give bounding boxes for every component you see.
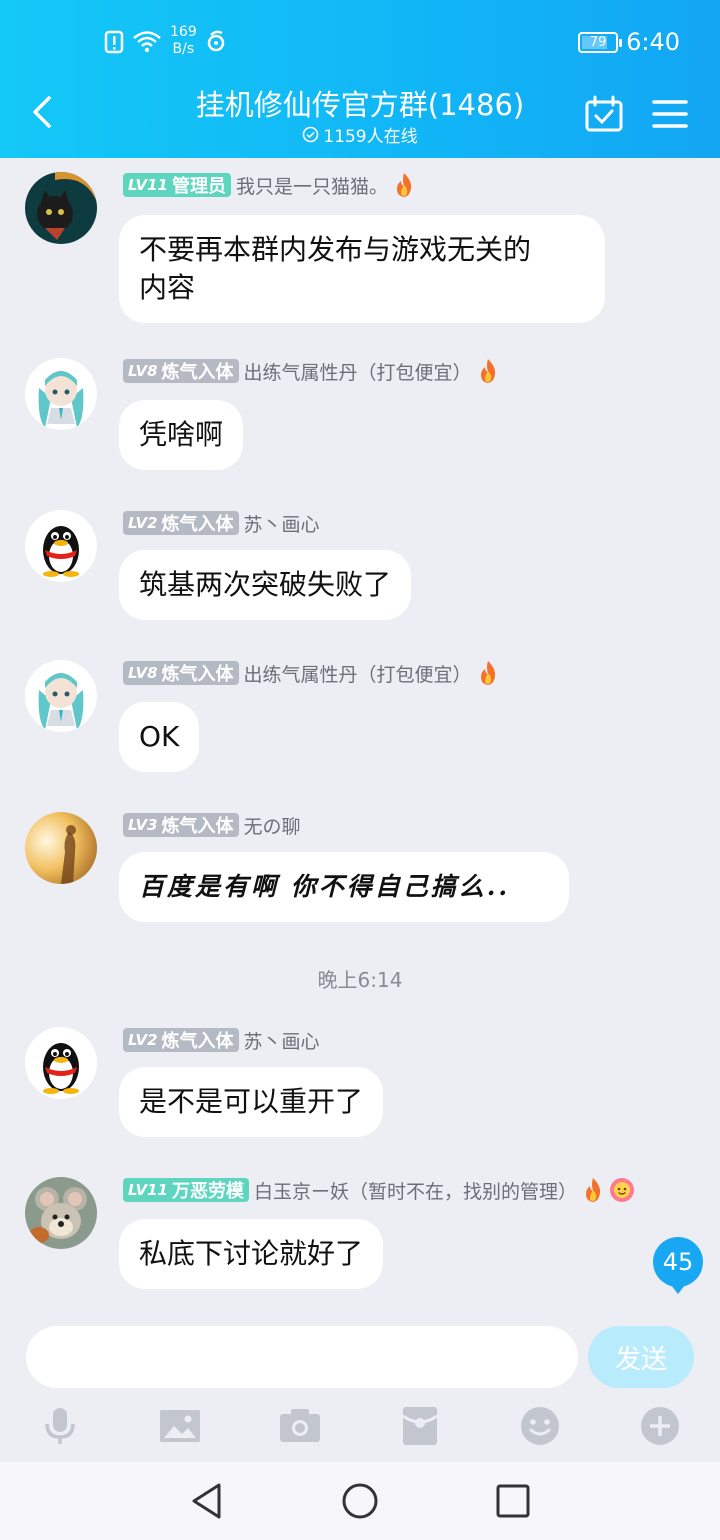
- fire-icon: [586, 1178, 601, 1202]
- calendar-icon[interactable]: [584, 94, 624, 134]
- nav-home-icon[interactable]: [339, 1480, 381, 1522]
- level-label: LV2: [128, 1031, 158, 1049]
- message-meta: LV3 炼气入体 无の聊: [123, 812, 301, 838]
- status-right: 79 6:40: [578, 28, 680, 56]
- level-label: LV3: [128, 816, 158, 834]
- plus-icon[interactable]: [638, 1404, 682, 1448]
- member-badge: LV8 炼气入体: [123, 661, 239, 685]
- title-label: 炼气入体: [161, 816, 234, 837]
- network-speed: 169 B/s: [170, 24, 197, 58]
- message-input[interactable]: [26, 1326, 578, 1388]
- system-nav-bar: [0, 1462, 720, 1540]
- message-meta: LV11 管理员 我只是一只猫猫。: [123, 172, 415, 198]
- speed-value: 169: [170, 24, 197, 40]
- sender-nickname[interactable]: 出练气属性丹（打包便宜）: [244, 358, 472, 385]
- message-text: 百度是有啊 你不得自己搞么..: [139, 872, 511, 901]
- level-label: LV8: [128, 362, 158, 380]
- camera-icon[interactable]: [278, 1404, 322, 1448]
- avatar[interactable]: [25, 812, 97, 884]
- time-divider: 晚上6:14: [317, 968, 403, 992]
- alert-icon: [104, 30, 124, 54]
- member-badge: LV2 炼气入体: [123, 511, 239, 535]
- message-bubble[interactable]: 筑基两次突破失败了: [119, 550, 412, 620]
- title-label: 炼气入体: [161, 664, 234, 685]
- message-bubble[interactable]: 不要再本群内发布与游戏无关的 内容: [119, 215, 605, 323]
- avatar[interactable]: [25, 172, 97, 244]
- sender-nickname[interactable]: 苏丶画心: [244, 1027, 320, 1054]
- message-text: OK: [139, 720, 180, 753]
- title-label: 万恶劳模: [171, 1181, 244, 1202]
- message-text: 私底下讨论就好了: [139, 1237, 364, 1270]
- sync-icon: [207, 30, 224, 52]
- red-packet-icon[interactable]: [398, 1404, 442, 1448]
- title-label: 炼气入体: [161, 514, 234, 535]
- level-label: LV11: [128, 176, 168, 194]
- sender-nickname[interactable]: 出练气属性丹（打包便宜）: [244, 660, 472, 687]
- message-meta: LV8 炼气入体 出练气属性丹（打包便宜）: [123, 660, 499, 686]
- status-bar: 169 B/s 79 6:40: [0, 0, 720, 84]
- fire-icon: [480, 661, 495, 685]
- message-text-line: 不要再本群内发布与游戏无关的: [139, 233, 532, 266]
- avatar[interactable]: [25, 660, 97, 732]
- level-label: LV11: [128, 1181, 168, 1199]
- title-label: 炼气入体: [161, 362, 234, 383]
- message-meta: LV11 万恶劳模 白玉京ー妖（暂时不在，找别的管理）: [123, 1177, 635, 1203]
- check-circle-icon: [303, 126, 319, 143]
- avatar[interactable]: [25, 1027, 97, 1099]
- message-text: 凭啥啊: [139, 418, 224, 451]
- sender-nickname[interactable]: 我只是一只猫猫。: [236, 172, 388, 199]
- message-meta: LV2 炼气入体 苏丶画心: [123, 1027, 320, 1053]
- title-label: 管理员: [171, 176, 226, 197]
- input-area: 发送: [0, 1310, 720, 1462]
- message-meta: LV2 炼气入体 苏丶画心: [123, 510, 320, 536]
- battery-icon: 79: [578, 31, 623, 53]
- battery-level: 79: [589, 34, 607, 50]
- wifi-icon: [133, 31, 161, 53]
- member-badge: LV11 万恶劳模: [123, 1178, 249, 1202]
- message-text-line: 内容: [139, 271, 196, 304]
- avatar[interactable]: [25, 510, 97, 582]
- status-left: 169 B/s: [104, 24, 227, 58]
- message-bubble[interactable]: OK: [119, 702, 200, 772]
- message-meta: LV8 炼气入体 出练气属性丹（打包便宜）: [123, 358, 499, 384]
- title-label: 炼气入体: [161, 1031, 234, 1052]
- sunflower-icon: [610, 1178, 634, 1202]
- online-count-text: 1159人在线: [323, 127, 418, 147]
- unread-count-badge[interactable]: 45: [653, 1237, 703, 1294]
- avatar[interactable]: [25, 1177, 97, 1249]
- menu-icon[interactable]: [650, 94, 690, 134]
- fire-icon: [480, 359, 495, 383]
- send-button[interactable]: 发送: [588, 1326, 694, 1388]
- sender-nickname[interactable]: 白玉京ー妖（暂时不在，找别的管理）: [254, 1177, 577, 1204]
- clock: 6:40: [626, 28, 680, 56]
- level-label: LV2: [128, 514, 158, 532]
- member-badge: LV8 炼气入体: [123, 359, 239, 383]
- member-badge: LV2 炼气入体: [123, 1028, 239, 1052]
- avatar[interactable]: [25, 358, 97, 430]
- sender-nickname[interactable]: 苏丶画心: [244, 510, 320, 537]
- message-bubble[interactable]: 凭啥啊: [119, 400, 244, 470]
- sender-nickname[interactable]: 无の聊: [244, 812, 301, 839]
- message-text: 是不是可以重开了: [139, 1085, 364, 1118]
- nav-recents-icon[interactable]: [492, 1480, 534, 1522]
- fire-icon: [397, 173, 412, 197]
- level-label: LV8: [128, 664, 158, 682]
- message-bubble[interactable]: 是不是可以重开了: [119, 1067, 384, 1137]
- message-bubble[interactable]: 私底下讨论就好了: [119, 1219, 384, 1289]
- emoji-icon[interactable]: [518, 1404, 562, 1448]
- message-text: 筑基两次突破失败了: [139, 568, 392, 601]
- microphone-icon[interactable]: [38, 1404, 82, 1448]
- speed-unit: B/s: [172, 41, 195, 57]
- app-header: 169 B/s 79 6:40 挂机修仙传官方群(1486) 1159人在线: [0, 0, 720, 158]
- nav-back-icon[interactable]: [186, 1480, 228, 1522]
- image-icon[interactable]: [158, 1404, 202, 1448]
- message-bubble[interactable]: 百度是有啊 你不得自己搞么..: [119, 852, 569, 922]
- member-badge: LV11 管理员: [123, 173, 231, 197]
- member-badge: LV3 炼气入体: [123, 813, 239, 837]
